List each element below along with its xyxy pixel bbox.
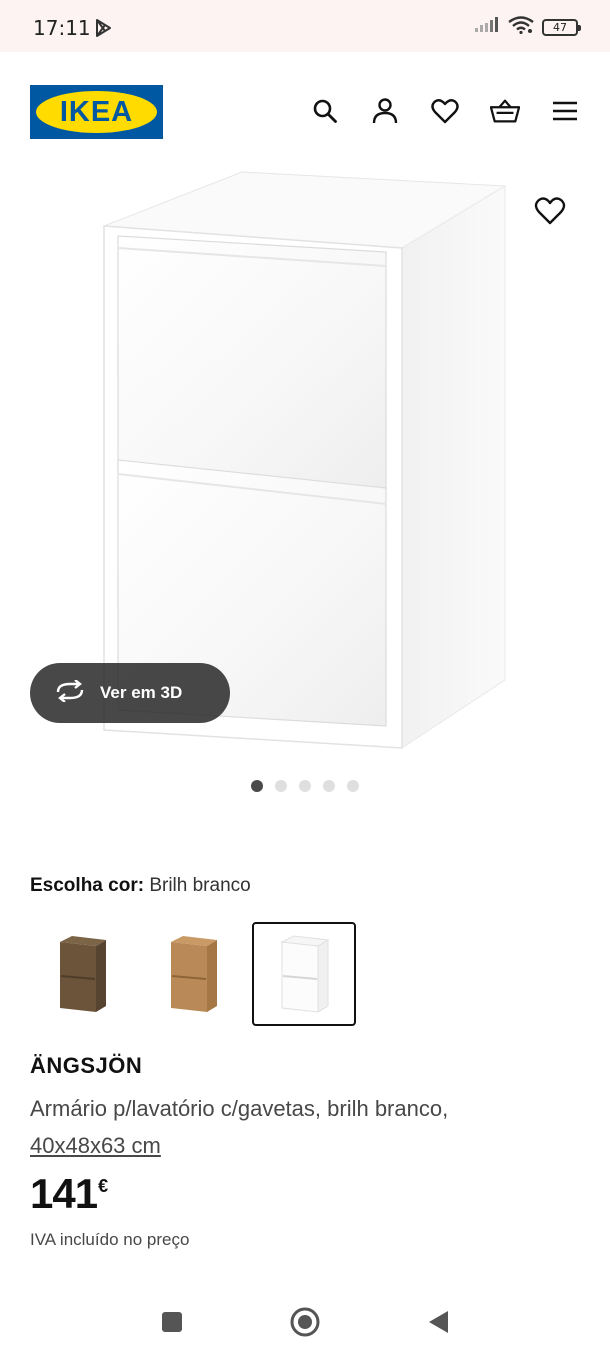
product-dimensions-link[interactable]: 40x48x63 cm (30, 1133, 161, 1158)
ikea-logo[interactable]: IKEA (30, 85, 163, 139)
color-swatch-white[interactable] (252, 922, 356, 1026)
view-3d-label: Ver em 3D (100, 683, 183, 702)
play-store-icon (94, 18, 112, 43)
carousel-dot[interactable] (275, 780, 287, 792)
status-indicators: 47 (474, 16, 581, 39)
product-price: 141€ (30, 1170, 108, 1218)
logo-oval: IKEA (36, 91, 157, 133)
menu-icon[interactable] (550, 96, 580, 126)
account-icon[interactable] (370, 96, 400, 126)
basket-icon[interactable] (490, 96, 520, 126)
wishlist-heart-icon[interactable] (430, 96, 460, 126)
wifi-icon (508, 16, 534, 39)
rotate-3d-icon (54, 678, 86, 707)
product-name: ÄNGSJÖN (30, 1053, 143, 1078)
search-icon[interactable] (310, 96, 340, 126)
product-description: Armário p/lavatório c/gavetas, brilh bra… (30, 1090, 570, 1164)
home-icon[interactable] (287, 1304, 323, 1340)
color-choice-label: Escolha cor: (30, 875, 145, 896)
carousel-dots (0, 780, 610, 792)
color-choice: Escolha cor: Brilh branco (30, 875, 251, 897)
signal-icon (474, 17, 500, 38)
vat-note: IVA incluído no preço (30, 1230, 190, 1249)
logo-text: IKEA (59, 95, 134, 128)
product-description-text: Armário p/lavatório c/gavetas, brilh bra… (30, 1096, 449, 1121)
carousel-dot[interactable] (299, 780, 311, 792)
color-swatch-walnut[interactable] (30, 922, 134, 1026)
status-time: 17:11 (33, 16, 91, 40)
color-choice-value: Brilh branco (149, 875, 251, 896)
back-icon[interactable] (420, 1304, 456, 1340)
carousel-dot[interactable] (323, 780, 335, 792)
price-value: 141 (30, 1170, 98, 1217)
system-navigation-bar (0, 1284, 610, 1356)
battery-icon: 47 (542, 19, 581, 36)
status-bar: 17:11 47 (0, 0, 610, 52)
color-swatch-oak[interactable] (141, 922, 245, 1026)
price-currency: € (98, 1176, 109, 1196)
favorite-heart-icon[interactable] (534, 196, 566, 228)
recent-apps-icon[interactable] (154, 1304, 190, 1340)
site-header: IKEA (0, 52, 610, 170)
carousel-dot[interactable] (251, 780, 263, 792)
view-3d-button[interactable]: Ver em 3D (30, 663, 230, 723)
carousel-dot[interactable] (347, 780, 359, 792)
